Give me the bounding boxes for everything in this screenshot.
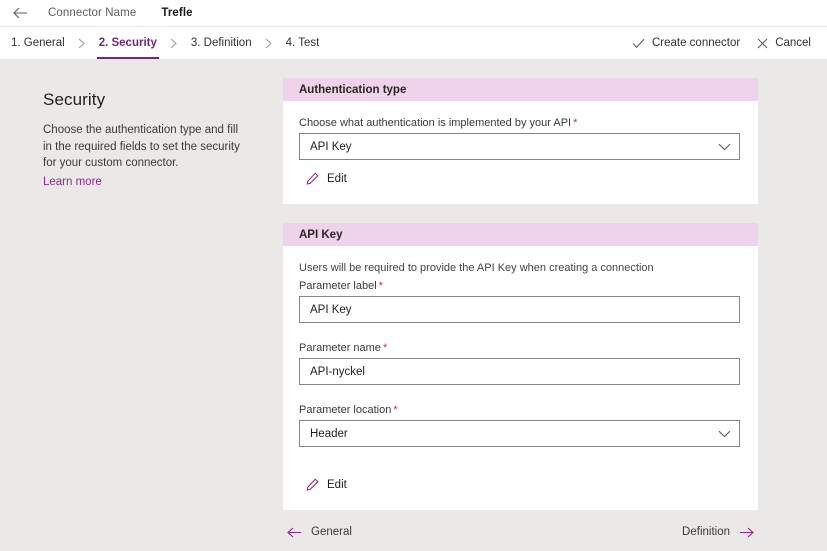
tab-definition-label: 3. Definition xyxy=(191,37,252,49)
close-icon xyxy=(757,38,768,49)
checkmark-icon xyxy=(632,38,645,49)
connector-name-value: Trefle xyxy=(161,7,192,19)
parameter-location-value: Header xyxy=(310,428,348,440)
authentication-type-card-header: Authentication type xyxy=(283,78,758,101)
parameter-location-field: Parameter location* Header xyxy=(299,404,740,447)
parameter-name-input[interactable]: API-nyckel xyxy=(299,358,740,385)
api-key-helper-text: Users will be required to provide the AP… xyxy=(299,262,740,274)
parameter-label-input[interactable]: API Key xyxy=(299,296,740,323)
edit-authentication-type-button[interactable]: Edit xyxy=(299,172,347,185)
tab-general-label: 1. General xyxy=(11,37,65,49)
parameter-name-caption: Parameter name* xyxy=(299,342,740,354)
authentication-type-select[interactable]: API Key xyxy=(299,133,740,160)
wizard-tabs: 1. General 2. Security 3. Definition 4. … xyxy=(0,27,827,60)
back-arrow-icon[interactable] xyxy=(9,2,31,24)
chevron-right-icon xyxy=(159,27,189,59)
top-actions: Create connector Cancel xyxy=(632,27,827,59)
parameter-label-caption-text: Parameter label xyxy=(299,280,377,292)
authentication-type-value: API Key xyxy=(310,141,352,153)
required-asterisk: * xyxy=(383,342,387,354)
parameter-location-caption-text: Parameter location xyxy=(299,404,391,416)
pencil-icon xyxy=(306,478,319,491)
create-connector-label: Create connector xyxy=(652,37,740,49)
cancel-label: Cancel xyxy=(775,37,811,49)
next-step-label: Definition xyxy=(682,526,730,538)
required-asterisk: * xyxy=(393,404,397,416)
authentication-type-card-body: Choose what authentication is implemente… xyxy=(283,101,758,204)
connector-name-label: Connector Name xyxy=(48,7,136,19)
chevron-down-icon xyxy=(718,143,731,151)
arrow-right-icon xyxy=(739,527,754,538)
chevron-right-icon xyxy=(254,27,284,59)
authentication-type-card: Authentication type Choose what authenti… xyxy=(283,78,758,204)
parameter-name-value: API-nyckel xyxy=(310,366,365,378)
edit-authentication-type-label: Edit xyxy=(327,173,347,185)
api-key-card-body: Users will be required to provide the AP… xyxy=(283,246,758,510)
parameter-location-select[interactable]: Header xyxy=(299,420,740,447)
previous-step-button[interactable]: General xyxy=(287,526,352,538)
create-connector-button[interactable]: Create connector xyxy=(632,37,740,49)
wizard-pager: General Definition xyxy=(283,526,758,538)
chevron-down-icon xyxy=(718,430,731,438)
content-area: Authentication type Choose what authenti… xyxy=(283,60,827,551)
tab-test[interactable]: 4. Test xyxy=(284,27,322,59)
chevron-right-icon xyxy=(67,27,97,59)
pencil-icon xyxy=(306,172,319,185)
sidebar-description: Choose the authentication type and fill … xyxy=(43,122,249,172)
api-key-card: API Key Users will be required to provid… xyxy=(283,223,758,510)
edit-api-key-label: Edit xyxy=(327,479,347,491)
learn-more-link[interactable]: Learn more xyxy=(43,176,102,188)
cancel-button[interactable]: Cancel xyxy=(757,37,811,49)
tab-test-label: 4. Test xyxy=(286,37,320,49)
top-bar: Connector Name Trefle xyxy=(0,0,827,27)
parameter-name-caption-text: Parameter name xyxy=(299,342,381,354)
page-body: Security Choose the authentication type … xyxy=(0,60,827,551)
parameter-label-caption: Parameter label* xyxy=(299,280,740,292)
tab-definition[interactable]: 3. Definition xyxy=(189,27,254,59)
tab-security-label: 2. Security xyxy=(99,37,157,49)
previous-step-label: General xyxy=(311,526,352,538)
tab-security[interactable]: 2. Security xyxy=(97,27,159,59)
required-asterisk: * xyxy=(379,280,383,292)
parameter-name-field: Parameter name* API-nyckel xyxy=(299,342,740,385)
parameter-label-field: Parameter label* API Key xyxy=(299,280,740,323)
arrow-left-icon xyxy=(287,527,302,538)
api-key-card-header: API Key xyxy=(283,223,758,246)
edit-api-key-button[interactable]: Edit xyxy=(299,478,347,491)
page-title: Security xyxy=(43,90,249,110)
parameter-label-value: API Key xyxy=(310,304,352,316)
parameter-location-caption: Parameter location* xyxy=(299,404,740,416)
next-step-button[interactable]: Definition xyxy=(682,526,754,538)
tab-general[interactable]: 1. General xyxy=(9,27,67,59)
required-asterisk: * xyxy=(573,117,577,129)
tab-list: 1. General 2. Security 3. Definition 4. … xyxy=(9,27,321,59)
authentication-type-label-text: Choose what authentication is implemente… xyxy=(299,117,571,129)
authentication-type-field-label: Choose what authentication is implemente… xyxy=(299,117,740,129)
sidebar: Security Choose the authentication type … xyxy=(0,60,283,551)
